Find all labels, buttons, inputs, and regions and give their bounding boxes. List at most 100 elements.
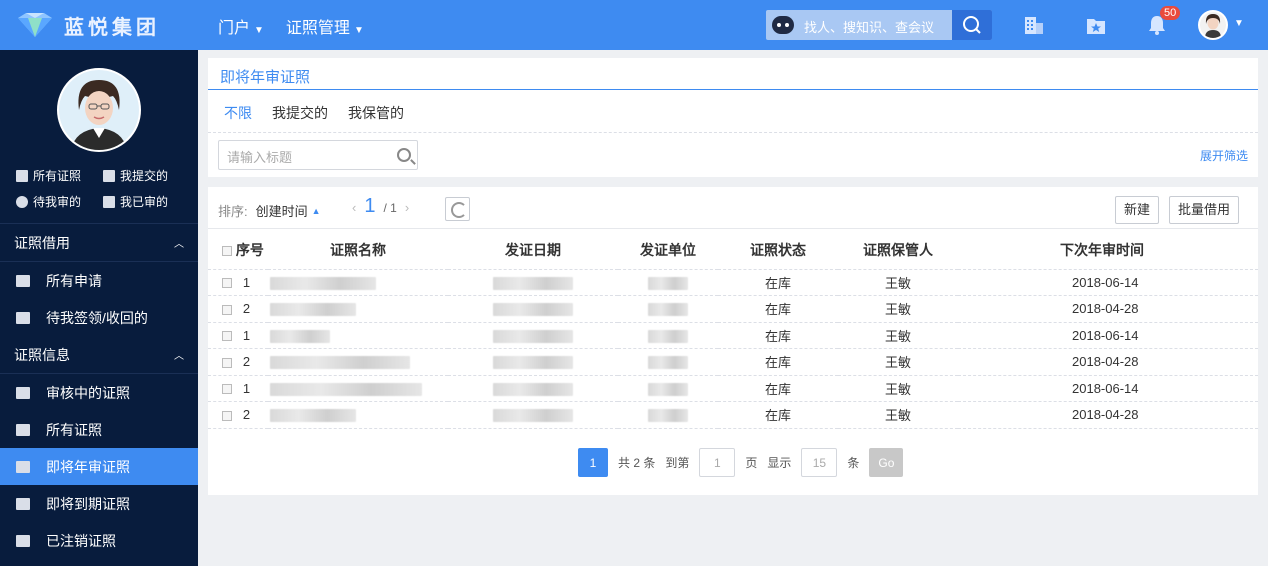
pagination: 1 共 2 条 到第 1 页 显示 15 条 Go [578,448,904,477]
select-all-checkbox[interactable] [222,246,232,257]
cell-status: 在库 [718,295,838,322]
redacted-text [648,276,688,290]
title-search-input[interactable]: 请输入标题 [218,140,418,170]
cell-name[interactable] [268,401,448,429]
nav-license-label: 证照管理 [285,20,350,37]
quick-link-label: 我已审的 [120,195,169,209]
sidebar-item-annual-review[interactable]: 即将年审证照 [0,448,198,485]
refresh-icon[interactable] [445,197,470,221]
search-placeholder: 找人、搜知识、查会议 [804,20,935,35]
quick-link-label: 所有证照 [33,169,82,183]
go-button[interactable]: Go [869,448,904,477]
sidebar-item-label: 待我签领/收回的 [46,309,148,326]
search-icon[interactable] [397,148,411,162]
mini-pager: ‹ 1 / 1 › [352,195,409,218]
next-page-icon[interactable]: › [405,200,409,215]
batch-borrow-button[interactable]: 批量借用 [1169,196,1240,224]
trash-icon [103,195,115,208]
section-license-borrow[interactable]: 证照借用 ︿ [0,224,198,262]
building-icon[interactable] [1023,14,1045,36]
table-row[interactable]: 2 在库 王敏 2018-04-28 [208,401,1258,429]
chevron-down-icon[interactable]: ▼ [1234,18,1244,29]
header-seq: 序号 [208,231,268,269]
cell-keeper: 王敏 [838,348,958,375]
redacted-text [648,409,688,423]
cell-seq: 2 [208,401,268,429]
cell-name[interactable] [268,295,448,322]
redacted-text [493,356,573,370]
quick-all-licenses[interactable]: 所有证照 [16,167,81,184]
section-license-info[interactable]: 证照信息 ︿ [0,336,198,374]
row-checkbox[interactable] [222,331,232,342]
sidebar-item-pending-sign[interactable]: 待我签领/收回的 [0,299,198,336]
cell-name[interactable] [268,348,448,375]
tab-kept[interactable]: 我保管的 [348,103,404,123]
sidebar-item-under-review[interactable]: 审核中的证照 [0,374,198,411]
top-bar: 蓝悦集团 门户 ▼ 证照管理 ▼ 找人、搜知识、查会议 50 ▼ [0,0,1268,50]
quick-my-submitted[interactable]: 我提交的 [103,167,168,184]
table-row[interactable]: 1 在库 王敏 2018-06-14 [208,374,1258,402]
sidebar-item-all-licenses[interactable]: 所有证照 [0,411,198,448]
cell-status: 在库 [718,374,838,402]
cell-next-review: 2018-06-14 [958,268,1258,296]
sidebar-item-cancelled[interactable]: 已注销证照 [0,522,198,559]
chevron-up-icon: ︿ [174,239,184,250]
header-label: 下次年审时间 [1060,241,1144,258]
cell-next-review: 2018-04-28 [958,401,1258,429]
tab-all[interactable]: 不限 [224,103,252,123]
search-icon [963,16,981,34]
chevron-down-icon: ▼ [353,25,364,36]
profile-panel: 所有证照 我提交的 待我审的 我已审的 [0,50,198,224]
nav-portal[interactable]: 门户 ▼ [218,14,264,38]
search-button[interactable] [952,10,992,40]
document-icon [16,169,28,182]
cell-name[interactable] [268,374,448,402]
expand-filter-link[interactable]: 展开筛选 [1200,147,1248,164]
row-checkbox[interactable] [222,357,232,368]
nav-license-management[interactable]: 证照管理 ▼ [286,14,364,38]
redacted-text [270,356,410,370]
row-checkbox[interactable] [222,410,232,421]
tab-submitted[interactable]: 我提交的 [272,103,328,123]
folder-star-icon[interactable] [1085,14,1107,36]
user-icon [16,195,28,208]
sidebar-item-expiring[interactable]: 即将到期证照 [0,485,198,522]
cell-name[interactable] [268,321,448,349]
goto-page-input[interactable]: 1 [699,448,736,477]
table-row[interactable]: 1 在库 王敏 2018-06-14 [208,321,1258,349]
row-checkbox[interactable] [222,384,232,395]
row-number: 1 [242,380,251,396]
quick-pending-review[interactable]: 待我审的 [16,193,81,210]
notification-badge: 50 [1160,6,1181,20]
total-pages: / 1 [383,201,397,215]
table-row[interactable]: 2 在库 王敏 2018-04-28 [208,348,1258,375]
row-checkbox[interactable] [222,278,232,289]
prev-page-icon[interactable]: ‹ [352,200,356,215]
new-button[interactable]: 新建 [1115,196,1160,224]
sidebar-item-all-applications[interactable]: 所有申请 [0,262,198,299]
user-photo-icon [1200,12,1226,38]
sort-control[interactable]: 排序: 创建时间 ▲ [218,201,321,220]
show-label: 显示 [767,456,792,470]
user-photo-icon [59,70,139,150]
brand-logo[interactable]: 蓝悦集团 [14,10,194,40]
row-checkbox[interactable] [222,304,232,315]
sort-toggle-icon[interactable]: ▲ [312,206,321,216]
user-avatar[interactable] [1198,10,1228,40]
cell-name[interactable] [268,268,448,296]
quick-reviewed[interactable]: 我已审的 [103,193,168,210]
page-size-input[interactable]: 15 [801,448,838,477]
edit-icon [16,386,30,399]
table-row[interactable]: 2 在库 王敏 2018-04-28 [208,295,1258,322]
table-row[interactable]: 1 在库 王敏 2018-06-14 [208,268,1258,296]
cell-seq: 2 [208,348,268,375]
profile-avatar[interactable] [57,68,141,152]
cell-issuer [618,401,718,429]
section-title: 证照信息 [14,346,70,363]
global-search[interactable]: 找人、搜知识、查会议 [766,10,992,40]
header-status: 证照状态 [750,241,806,258]
page-button-current[interactable]: 1 [578,448,608,477]
robot-assistant-icon[interactable] [772,16,794,34]
sidebar-item-label: 即将到期证照 [46,495,130,512]
sort-value[interactable]: 创建时间 [256,201,308,220]
